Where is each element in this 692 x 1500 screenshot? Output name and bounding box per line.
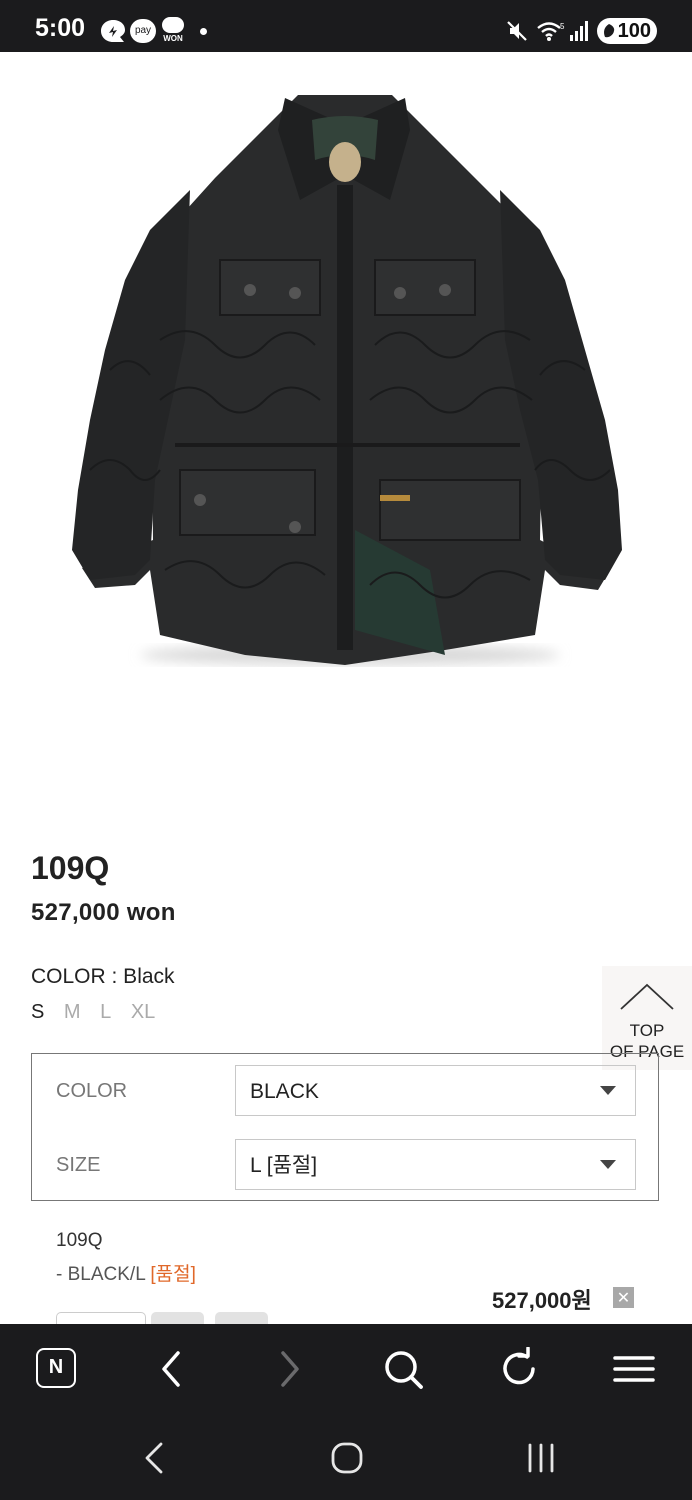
selected-item-option: - BLACK/L [품절] bbox=[56, 1259, 196, 1286]
remove-item-button[interactable]: ✕ bbox=[613, 1287, 634, 1308]
selected-item-name: 109Q bbox=[56, 1230, 103, 1251]
battery-level: 100 bbox=[617, 20, 651, 42]
size-option-m[interactable]: M bbox=[64, 1001, 81, 1023]
size-list: S M L XL bbox=[31, 1001, 169, 1024]
chevron-up-icon bbox=[620, 983, 674, 1010]
forward-icon[interactable] bbox=[267, 1347, 311, 1391]
nav-back-icon[interactable] bbox=[135, 1438, 175, 1478]
color-select-value: BLACK bbox=[250, 1080, 319, 1103]
size-select-value: L [품절] bbox=[250, 1154, 318, 1177]
mute-icon bbox=[507, 21, 527, 41]
selected-item-price: 527,000원 bbox=[492, 1288, 592, 1313]
svg-text:5: 5 bbox=[560, 22, 565, 31]
naver-home-icon[interactable]: N bbox=[36, 1348, 76, 1388]
status-bar: 5:00 pay WON 5 100 bbox=[0, 0, 692, 52]
color-select[interactable]: BLACK bbox=[235, 1065, 636, 1116]
quantity-decrease-button[interactable] bbox=[151, 1312, 204, 1324]
moon-shield-icon bbox=[101, 20, 125, 42]
size-option-xl[interactable]: XL bbox=[131, 1001, 155, 1023]
nav-recents-icon[interactable] bbox=[521, 1438, 561, 1478]
battery-leaf-icon bbox=[604, 24, 615, 38]
nav-home-icon[interactable] bbox=[327, 1438, 367, 1478]
selected-option-text: - BLACK/L bbox=[56, 1264, 151, 1285]
won-icon: WON bbox=[160, 17, 186, 45]
product-price: 527,000 won bbox=[31, 899, 176, 926]
soldout-badge: [품절] bbox=[150, 1264, 196, 1285]
system-navigation-bar bbox=[0, 1414, 692, 1500]
size-option-label: SIZE bbox=[56, 1154, 101, 1176]
refresh-icon[interactable] bbox=[497, 1347, 541, 1391]
dot-icon bbox=[200, 28, 207, 35]
option-panel: COLOR BLACK SIZE L [품절] bbox=[31, 1053, 659, 1201]
size-option-s[interactable]: S bbox=[31, 1001, 44, 1023]
back-icon[interactable] bbox=[150, 1347, 194, 1391]
search-icon[interactable] bbox=[381, 1347, 425, 1391]
pay-icon: pay bbox=[130, 19, 156, 43]
quantity-increase-button[interactable] bbox=[215, 1312, 268, 1324]
browser-toolbar: N bbox=[0, 1324, 692, 1414]
product-color: COLOR : Black bbox=[31, 965, 175, 988]
wifi-icon: 5 bbox=[537, 22, 565, 41]
dropdown-arrow-icon bbox=[600, 1086, 616, 1095]
status-time: 5:00 bbox=[35, 14, 86, 42]
size-option-l[interactable]: L bbox=[100, 1001, 111, 1023]
signal-icon bbox=[570, 21, 588, 41]
size-select[interactable]: L [품절] bbox=[235, 1139, 636, 1190]
product-title: 109Q bbox=[31, 850, 110, 886]
battery-indicator: 100 bbox=[597, 18, 657, 44]
dropdown-arrow-icon bbox=[600, 1160, 616, 1169]
color-option-label: COLOR bbox=[56, 1080, 128, 1102]
menu-icon[interactable] bbox=[612, 1347, 656, 1391]
top-label: TOP bbox=[629, 1021, 665, 1040]
quilted-black-jacket-image[interactable] bbox=[50, 90, 640, 680]
